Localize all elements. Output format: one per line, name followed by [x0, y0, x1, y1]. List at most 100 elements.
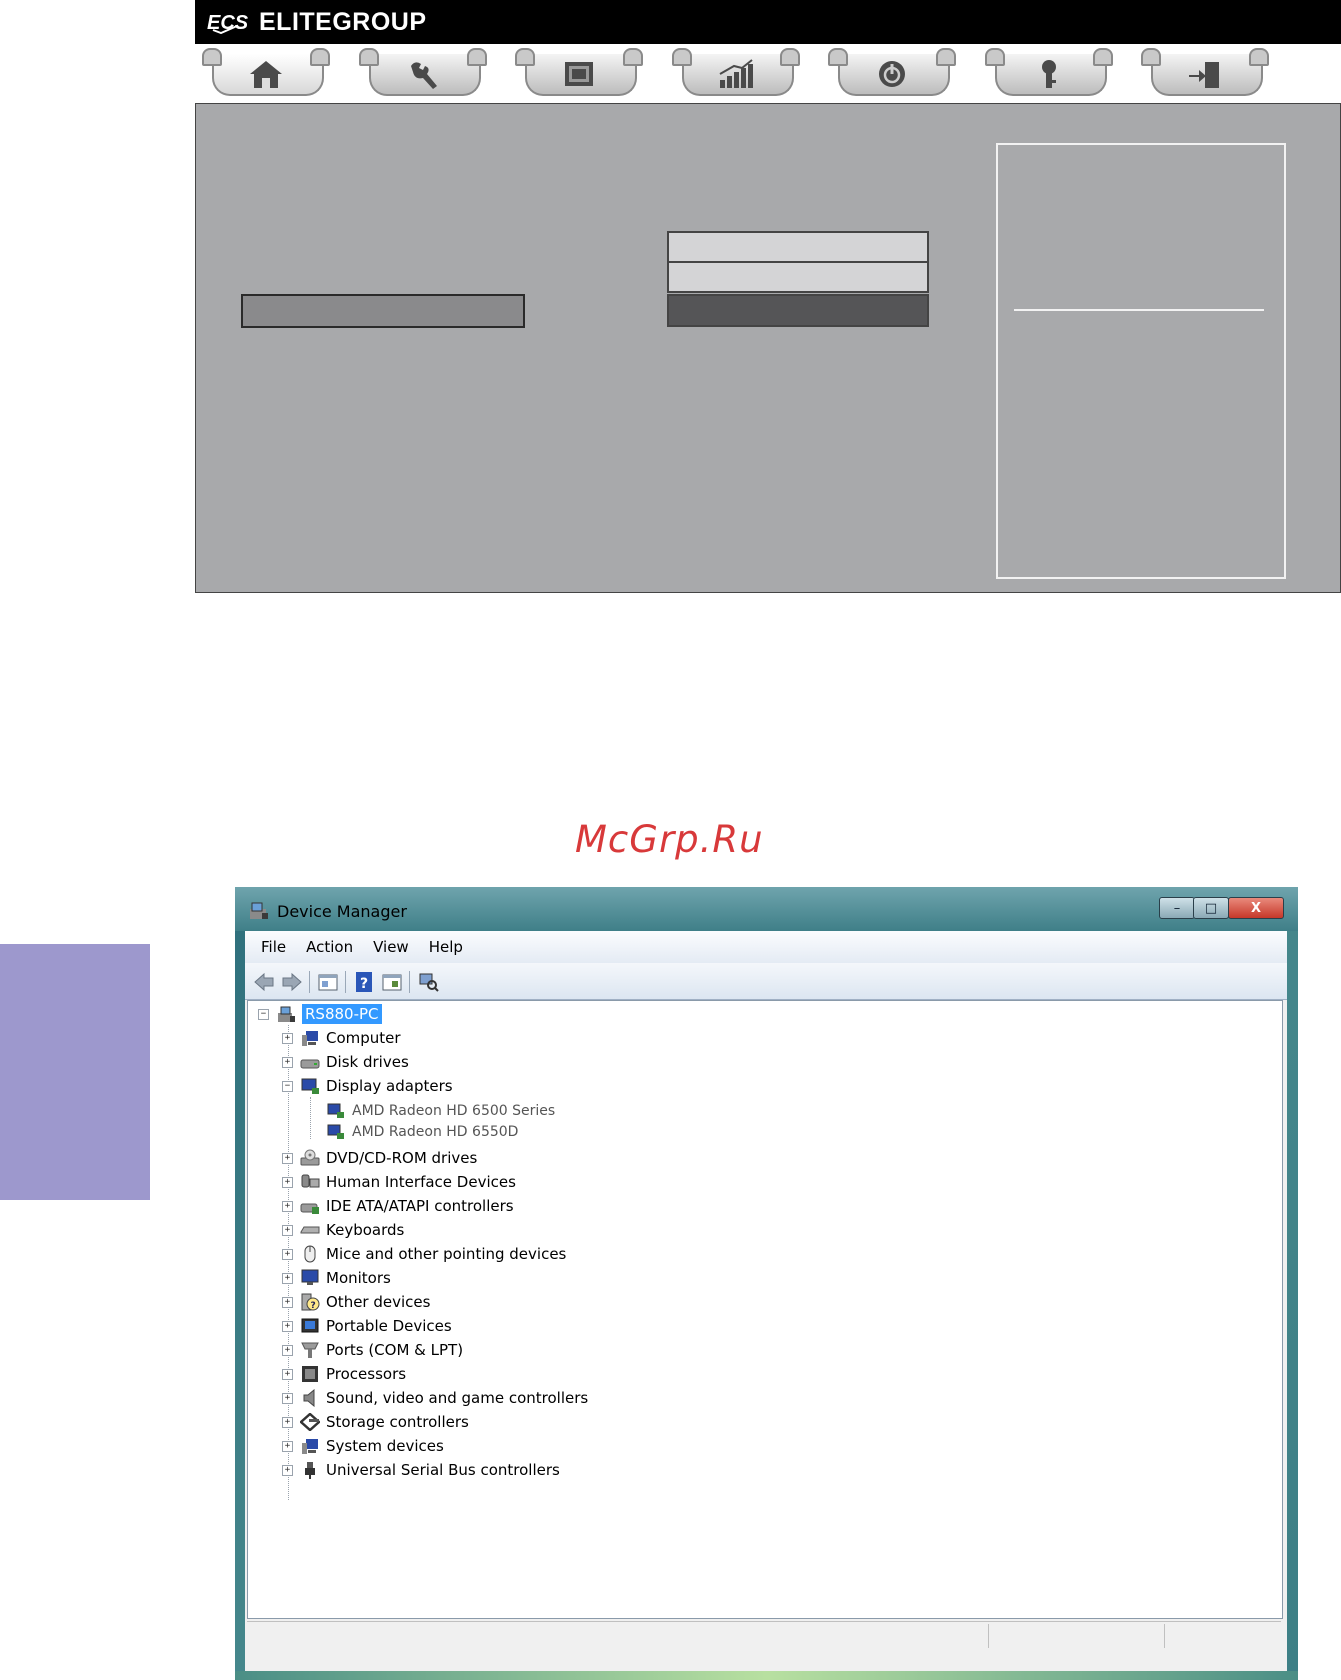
expand-toggle[interactable]: + [282, 1176, 293, 1188]
expand-toggle[interactable]: + [282, 1056, 293, 1068]
expand-toggle[interactable]: + [282, 1032, 293, 1044]
expand-toggle[interactable]: + [282, 1464, 293, 1476]
tree-item-label: Disk drives [326, 1053, 409, 1071]
portable-device-icon [301, 1318, 319, 1333]
menu-view[interactable]: View [363, 938, 419, 956]
tree-item-display-adapters[interactable]: − Display adapters [282, 1075, 453, 1097]
tree-item-label: Keyboards [326, 1221, 405, 1239]
tree-item-universal-serial-bus-controllers[interactable]: + Universal Serial Bus controllers [282, 1459, 560, 1481]
expand-toggle[interactable]: + [282, 1272, 293, 1284]
usb-icon [305, 1462, 315, 1479]
tree-item-label: Processors [326, 1365, 407, 1383]
window-title: Device Manager [277, 902, 407, 921]
tab-chipset[interactable] [515, 48, 643, 98]
tree-item-computer[interactable]: + Computer [282, 1027, 401, 1049]
device-tree[interactable]: − RS880-PC + Computer + Disk drives − Di… [247, 1000, 1283, 1619]
menu-file[interactable]: File [251, 938, 296, 956]
tree-item-other-devices[interactable]: + ? Other devices [282, 1291, 430, 1313]
tree-item-portable-devices[interactable]: + Portable Devices [282, 1315, 452, 1337]
status-bar [247, 1621, 1281, 1650]
tree-item-sound-video-and-game-controllers[interactable]: + Sound, video and game controllers [282, 1387, 588, 1409]
window-bottom-edge [235, 1671, 1298, 1680]
expand-toggle[interactable]: + [282, 1200, 293, 1212]
bios-option-selected[interactable] [667, 294, 929, 327]
tree-item-storage-controllers[interactable]: + Storage controllers [282, 1411, 469, 1433]
display-adapter-icon [301, 1078, 319, 1094]
menu-action[interactable]: Action [296, 938, 363, 956]
tab-home[interactable] [202, 48, 330, 98]
tree-item-human-interface-devices[interactable]: + Human Interface Devices [282, 1171, 516, 1193]
chart-icon [719, 59, 753, 88]
expand-toggle[interactable]: + [282, 1416, 293, 1428]
show-hide-icon[interactable] [381, 971, 403, 993]
tree-item-mice-and-other-pointing-devices[interactable]: + Mice and other pointing devices [282, 1243, 566, 1265]
minimize-button[interactable]: – [1159, 897, 1195, 919]
tree-item-dvd-cd-rom-drives[interactable]: + DVD/CD-ROM drives [282, 1147, 477, 1169]
expand-toggle[interactable]: + [282, 1224, 293, 1236]
back-icon[interactable] [253, 971, 275, 993]
bios-brand: ELITEGROUP [259, 7, 427, 36]
expand-toggle[interactable]: + [282, 1248, 293, 1260]
tree-item-system-devices[interactable]: + System devices [282, 1435, 444, 1457]
tree-item-ports-com-lpt[interactable]: + Ports (COM & LPT) [282, 1339, 463, 1361]
expand-toggle[interactable]: + [282, 1152, 293, 1164]
root-label: RS880-PC [302, 1004, 382, 1024]
expand-toggle[interactable]: + [282, 1392, 293, 1404]
side-color-block [0, 944, 150, 1200]
tree-item-keyboards[interactable]: + Keyboards [282, 1219, 404, 1241]
tree-item-monitors[interactable]: + Monitors [282, 1267, 391, 1289]
forward-icon[interactable] [281, 971, 303, 993]
expand-toggle[interactable]: + [282, 1440, 293, 1452]
keyboard-icon [300, 1226, 320, 1234]
unknown-device-icon: ? [301, 1293, 320, 1311]
expand-toggle[interactable]: + [282, 1368, 293, 1380]
title-bar[interactable]: Device Manager – □ X [235, 887, 1298, 931]
maximize-button[interactable]: □ [1193, 897, 1229, 919]
expand-toggle[interactable]: + [282, 1344, 293, 1356]
collapse-toggle[interactable]: − [282, 1080, 293, 1092]
tab-exit[interactable] [1141, 48, 1269, 98]
device-manager-icon [250, 902, 268, 919]
chip-icon [565, 62, 593, 86]
menu-help[interactable]: Help [419, 938, 473, 956]
display-adapter-icon [327, 1103, 344, 1118]
tree-item-processors[interactable]: + Processors [282, 1363, 406, 1385]
tree-child-amd-radeon-hd-6550d[interactable]: AMD Radeon HD 6550D [326, 1121, 518, 1143]
tree-item-label: Portable Devices [326, 1317, 452, 1335]
tree-item-disk-drives[interactable]: + Disk drives [282, 1051, 409, 1073]
hid-icon [301, 1174, 320, 1188]
exit-icon [1189, 62, 1219, 88]
help-divider [1014, 309, 1264, 311]
help-icon[interactable]: ? [353, 971, 375, 993]
tree-item-label: DVD/CD-ROM drives [326, 1149, 478, 1167]
mouse-icon [304, 1245, 316, 1263]
tree-item-label: Monitors [326, 1269, 391, 1287]
close-button[interactable]: X [1228, 897, 1284, 919]
tab-performance[interactable] [672, 48, 800, 98]
toolbar-separator [409, 971, 410, 993]
tree-item-label: Other devices [326, 1293, 431, 1311]
collapse-toggle[interactable]: − [258, 1008, 269, 1020]
tree-item-label: Human Interface Devices [326, 1173, 516, 1191]
expand-toggle[interactable]: + [282, 1296, 293, 1308]
watermark: McGrp.Ru [575, 818, 764, 861]
bios-selected-item[interactable] [241, 294, 525, 328]
tab-advanced[interactable] [359, 48, 487, 98]
bios-option-2[interactable] [667, 261, 929, 293]
wrench-icon [411, 62, 437, 89]
tab-power[interactable] [828, 48, 956, 98]
tree-item-label: Universal Serial Bus controllers [326, 1461, 560, 1479]
tree-item-label: Ports (COM & LPT) [326, 1341, 464, 1359]
tree-item-label: Display adapters [326, 1077, 453, 1095]
storage-controller-icon [300, 1413, 320, 1431]
properties-icon[interactable] [317, 971, 339, 993]
tree-child-amd-radeon-hd-6500-series[interactable]: AMD Radeon HD 6500 Series [326, 1100, 555, 1122]
power-icon [879, 61, 905, 87]
tree-root[interactable]: − RS880-PC [258, 1003, 382, 1025]
expand-toggle[interactable]: + [282, 1320, 293, 1332]
tab-security[interactable] [985, 48, 1113, 98]
tree-item-ide-ata-atapi-controllers[interactable]: + IDE ATA/ATAPI controllers [282, 1195, 514, 1217]
bios-option-1[interactable] [667, 231, 929, 263]
bios-header: ECS ELITEGROUP [195, 0, 1341, 44]
scan-icon[interactable] [417, 971, 439, 993]
